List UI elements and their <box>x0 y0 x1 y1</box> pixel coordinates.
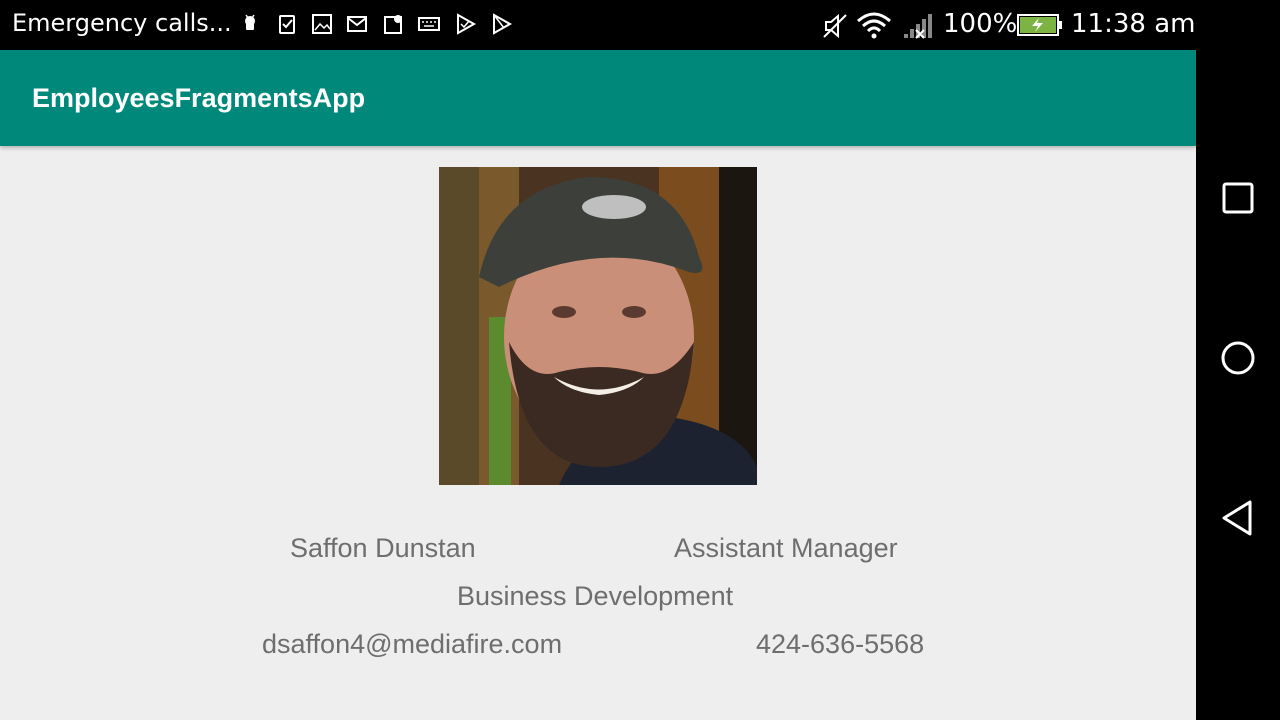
battery-percent: 100% <box>943 9 1018 39</box>
employee-job-title: Assistant Manager <box>674 533 898 563</box>
home-icon <box>1218 338 1258 382</box>
android-icon <box>239 13 261 35</box>
clock: 11:38 am <box>1071 9 1196 39</box>
employee-phone: 424-636-5568 <box>756 629 925 659</box>
app-bar: EmployeesFragmentsApp <box>0 50 1196 146</box>
play-store-icon <box>455 13 477 35</box>
app-screen: Emergency calls... 100% 11:38 am Employe… <box>0 0 1196 720</box>
signal-icon <box>900 12 934 40</box>
employee-name: Saffon Dunstan <box>290 533 476 563</box>
gmail-icon <box>346 13 368 35</box>
status-bar: Emergency calls... 100% 11:38 am <box>0 0 1196 50</box>
home-button[interactable] <box>1214 336 1262 384</box>
wifi-icon <box>856 11 892 39</box>
employee-department: Business Development <box>457 581 734 611</box>
keyboard-icon <box>418 13 440 35</box>
recents-button[interactable] <box>1214 176 1262 224</box>
navigation-bar <box>1196 0 1280 720</box>
recents-icon <box>1218 178 1258 222</box>
task-check-icon <box>276 13 298 35</box>
image-icon <box>311 13 333 35</box>
maps-icon <box>383 13 405 35</box>
back-button[interactable] <box>1214 496 1262 544</box>
employee-photo <box>439 167 757 485</box>
battery-icon <box>1017 13 1063 37</box>
carrier-text: Emergency calls... <box>12 9 232 37</box>
back-icon <box>1218 498 1258 542</box>
app-title: EmployeesFragmentsApp <box>32 83 366 113</box>
employee-email: dsaffon4@mediafire.com <box>262 629 563 659</box>
play-icon <box>491 13 513 35</box>
mute-icon <box>820 11 850 41</box>
